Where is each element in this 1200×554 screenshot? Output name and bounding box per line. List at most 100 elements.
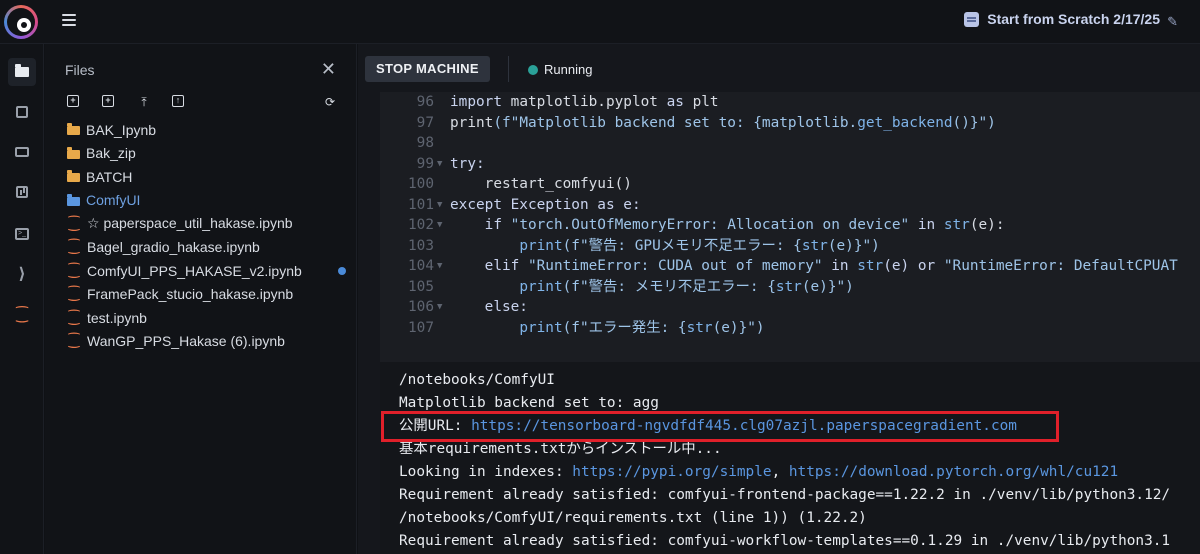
stop-machine-button[interactable]: STOP MACHINE: [365, 56, 490, 82]
code-token: (e)}"): [712, 319, 765, 336]
code-line: 99 ▼ try:: [380, 154, 1200, 175]
cpu-icon: [16, 106, 28, 118]
notebook-title-group[interactable]: Start from Scratch 2/17/25: [964, 11, 1160, 27]
fold-chevron-icon[interactable]: ▼: [437, 154, 442, 175]
file-item-paperspace-util[interactable]: ⁐ ☆ paperspace_util_hakase.ipynb: [45, 212, 357, 236]
notebook-icon: [964, 11, 980, 27]
code-line: 102 ▼ if "torch.OutOfMemoryError: Allocat…: [380, 215, 1200, 236]
code-editor[interactable]: 96 import matplotlib.pyplot as plt 97 prin…: [380, 92, 1200, 338]
jupyter-icon: ⁐: [16, 305, 28, 322]
code-line: 103 print(f"警告: GPUメモリ不足エラー: {str(e)}"): [380, 236, 1200, 257]
terminal-icon: >_: [15, 228, 29, 240]
file-item-label: ComfyUI_PPS_HAKASE_v2.ipynb: [87, 262, 302, 279]
file-item-wangp[interactable]: ⁐ WanGP_PPS_Hakase (6).ipynb: [45, 330, 357, 354]
folder-icon: [67, 170, 80, 183]
code-line: 97 print(f"Matplotlib backend set to: {ma…: [380, 113, 1200, 134]
pypi-link[interactable]: https://pypi.org/simple: [572, 464, 771, 480]
file-item-bagel-gradio[interactable]: ⁐ Bagel_gradio_hakase.ipynb: [45, 236, 357, 260]
code-token: as: [666, 94, 693, 110]
code-token: matplotlib.pyplot: [510, 94, 667, 110]
new-folder-button[interactable]: +: [102, 95, 116, 109]
code-token: get_backend: [857, 114, 953, 131]
file-item-comfyui-pps[interactable]: ⁐ ComfyUI_PPS_HAKASE_v2.ipynb: [45, 259, 357, 283]
jupyter-icon: ⁐: [68, 286, 80, 302]
code-token: (f"エラー発生: {: [562, 319, 687, 336]
line-number: 101: [408, 196, 434, 213]
cell-output: /notebooks/ComfyUI Matplotlib backend se…: [380, 362, 1200, 554]
file-item-comfyui[interactable]: ComfyUI: [45, 189, 357, 213]
folder-icon: [67, 123, 80, 136]
line-number: 96: [416, 94, 434, 110]
file-toolbar: + + ⤒ ↑ ⟳: [65, 95, 340, 111]
file-item-label: test.ipynb: [87, 309, 147, 326]
refresh-button[interactable]: ⟳: [323, 95, 337, 109]
line-number: 100: [408, 176, 434, 192]
upload-folder-button[interactable]: ↑: [172, 95, 186, 109]
code-token: plt: [692, 94, 719, 110]
file-item-framepack[interactable]: ⁐ FramePack_stucio_hakase.ipynb: [45, 283, 357, 307]
metrics-rail-button[interactable]: [8, 178, 36, 206]
notebook-title: Start from Scratch 2/17/25: [987, 11, 1160, 27]
fold-chevron-icon[interactable]: ▼: [437, 215, 442, 236]
output-line: Matplotlib backend set to: agg: [399, 395, 659, 411]
code-line: 104 ▼ elif "RuntimeError: CUDA out of mem…: [380, 256, 1200, 277]
code-token: print: [519, 237, 563, 254]
code-token: (f"警告: メモリ不足エラー: {: [562, 278, 776, 295]
data-rail-button[interactable]: [8, 138, 36, 166]
code-token: (f"警告: GPUメモリ不足エラー: {: [562, 237, 802, 254]
file-item-label: FramePack_stucio_hakase.ipynb: [87, 286, 294, 303]
upload-folder-icon: ↑: [172, 95, 184, 107]
upload-button[interactable]: ⤒: [137, 95, 151, 109]
output-text: Looking in indexes:: [399, 464, 573, 480]
code-line: 96 import matplotlib.pyplot as plt: [380, 92, 1200, 113]
top-bar: Start from Scratch 2/17/25 ✎: [0, 0, 1200, 44]
new-file-button[interactable]: +: [67, 95, 81, 109]
code-token: str: [775, 278, 802, 295]
file-list: BAK_Ipynb Bak_zip BATCH ComfyUI ⁐ ☆ paper…: [45, 118, 357, 353]
pytorch-link[interactable]: https://download.pytorch.org/whl/cu121: [789, 464, 1118, 480]
fold-chevron-icon[interactable]: ▼: [437, 256, 442, 277]
line-number: 107: [408, 319, 434, 336]
app-logo[interactable]: [4, 5, 38, 39]
code-token: ()}"): [952, 114, 996, 131]
machine-rail-button[interactable]: [8, 98, 36, 126]
menu-icon[interactable]: [62, 14, 76, 26]
new-folder-icon: +: [102, 95, 114, 107]
code-token: str: [943, 217, 970, 233]
code-token: in: [822, 258, 858, 274]
fold-chevron-icon[interactable]: ▼: [437, 195, 442, 216]
folder-icon: [15, 64, 29, 77]
code-token: else:: [450, 299, 528, 315]
code-token: str: [686, 319, 713, 336]
files-rail-button[interactable]: [8, 58, 36, 86]
file-item-test[interactable]: ⁐ test.ipynb: [45, 306, 357, 330]
close-icon[interactable]: ✕: [321, 59, 336, 80]
jupyter-rail-button[interactable]: ⁐: [8, 300, 36, 328]
fold-chevron-icon[interactable]: ▼: [437, 297, 442, 318]
file-item-label: Bagel_gradio_hakase.ipynb: [87, 239, 260, 256]
edit-icon[interactable]: ✎: [1167, 14, 1178, 30]
code-token: "RuntimeError: DefaultCPUAT: [943, 258, 1178, 274]
upload-icon: ⤒: [141, 95, 147, 109]
code-cell[interactable]: 96 import matplotlib.pyplot as plt 97 prin…: [380, 92, 1200, 404]
code-token: (e)}"): [801, 278, 854, 295]
folder-icon: [67, 193, 80, 206]
code-token: print: [519, 278, 563, 295]
file-item-batch[interactable]: BATCH: [45, 165, 357, 189]
code-token: try:: [450, 155, 485, 172]
file-item-label: ☆ paperspace_util_hakase.ipynb: [87, 215, 293, 232]
output-line: /notebooks/ComfyUI: [399, 372, 555, 388]
new-file-icon: +: [67, 95, 79, 107]
output-line: Looking in indexes: https://pypi.org/sim…: [399, 462, 1118, 482]
terminal-rail-button[interactable]: >_: [8, 220, 36, 248]
file-item-bak-zip[interactable]: Bak_zip: [45, 142, 357, 166]
vscode-rail-button[interactable]: ⟩: [8, 260, 36, 288]
line-number: 97: [416, 114, 434, 131]
file-item-bak-ipynb[interactable]: BAK_Ipynb: [45, 118, 357, 142]
line-number: 98: [416, 135, 434, 151]
jupyter-icon: ⁐: [68, 215, 80, 231]
code-token: (e)}"): [827, 237, 880, 254]
